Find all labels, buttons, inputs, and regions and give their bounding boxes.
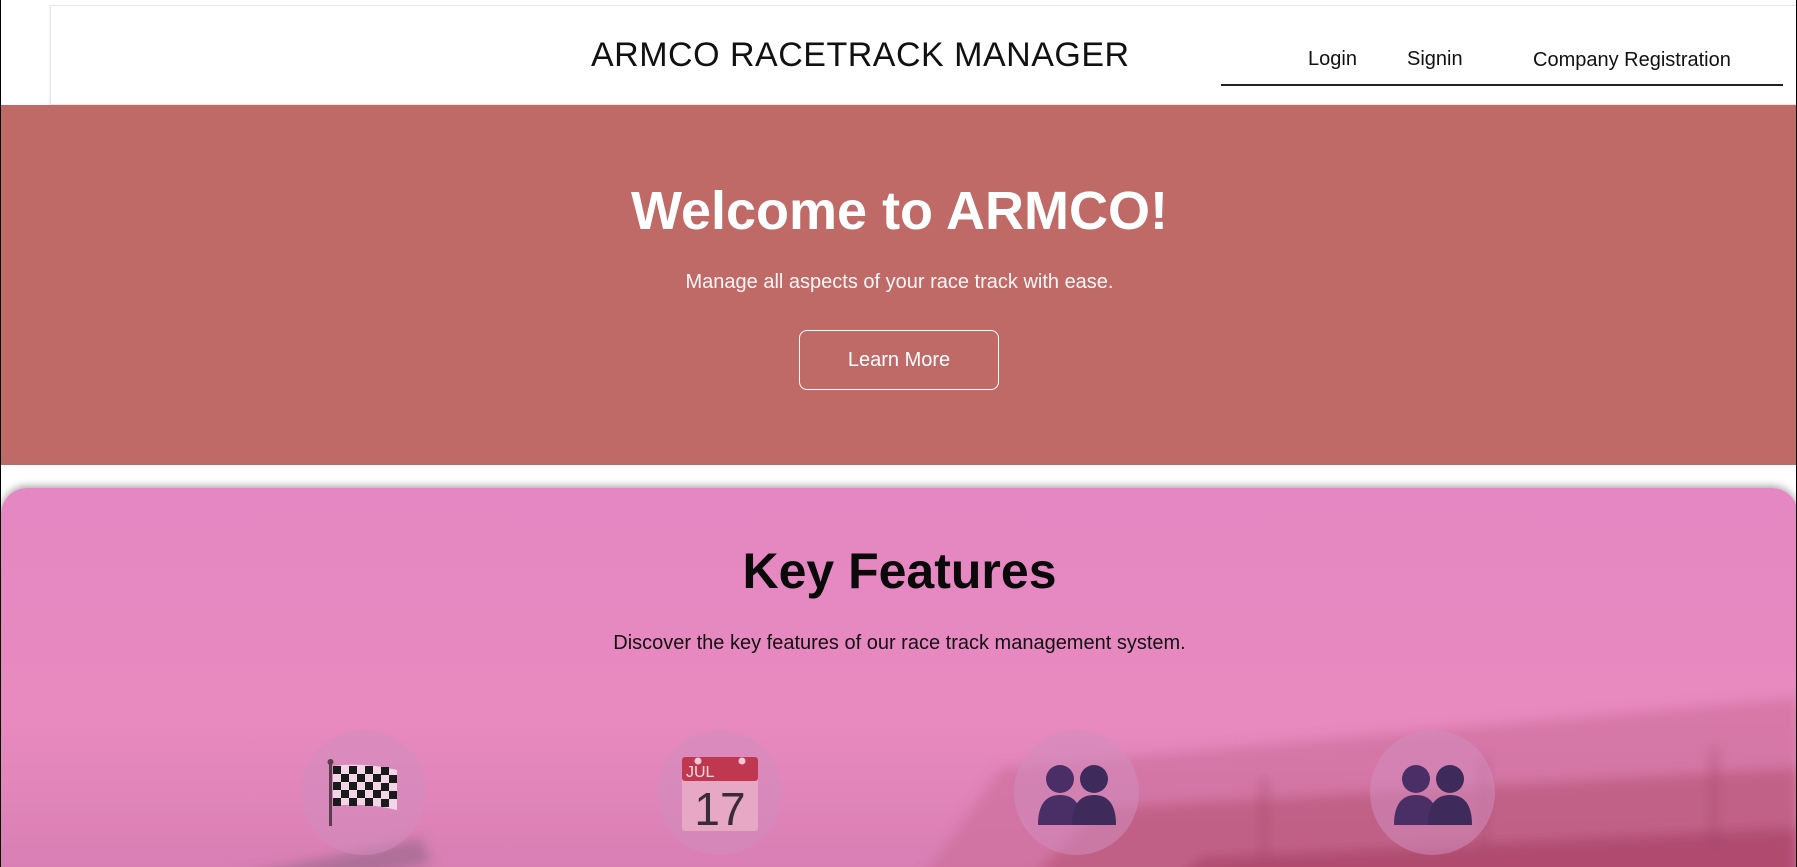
features-title: Key Features [742, 543, 1057, 599]
calendar-day: 17 [694, 783, 745, 833]
nav-login-link[interactable]: Login [1308, 48, 1357, 71]
brand-title: ARMCO RACETRACK MANAGER [591, 36, 1130, 74]
checkered-flag-icon [327, 758, 397, 826]
feature-item-team-management [1014, 730, 1139, 855]
nav-bar: Login Signin Company Registration [1221, 36, 1783, 86]
nav-signin-link[interactable]: Signin [1407, 48, 1463, 71]
feature-item-user-management [1370, 730, 1495, 855]
calendar-month: JUL [686, 764, 715, 781]
hero-section: Welcome to ARMCO! Manage all aspects of … [1, 105, 1796, 465]
page-frame: ARMCO RACETRACK MANAGER Login Signin Com… [0, 0, 1797, 867]
hero-subtitle: Manage all aspects of your race track wi… [685, 271, 1114, 293]
people-icon [1393, 764, 1472, 825]
feature-item-scheduling: JUL 17 [657, 730, 782, 855]
top-header: ARMCO RACETRACK MANAGER Login Signin Com… [50, 5, 1796, 105]
calendar-icon: JUL 17 [681, 756, 758, 833]
nav-company-registration-link[interactable]: Company Registration [1533, 49, 1731, 72]
features-subtitle: Discover the key features of our race tr… [613, 632, 1186, 654]
racetrack-background-image [283, 698, 1796, 867]
hero-title: Welcome to ARMCO! [630, 181, 1169, 241]
people-icon [1037, 764, 1116, 825]
feature-item-race-management [301, 730, 426, 855]
learn-more-button[interactable]: Learn More [799, 330, 999, 390]
key-features-section: Key Features Discover the key features o… [1, 488, 1796, 867]
